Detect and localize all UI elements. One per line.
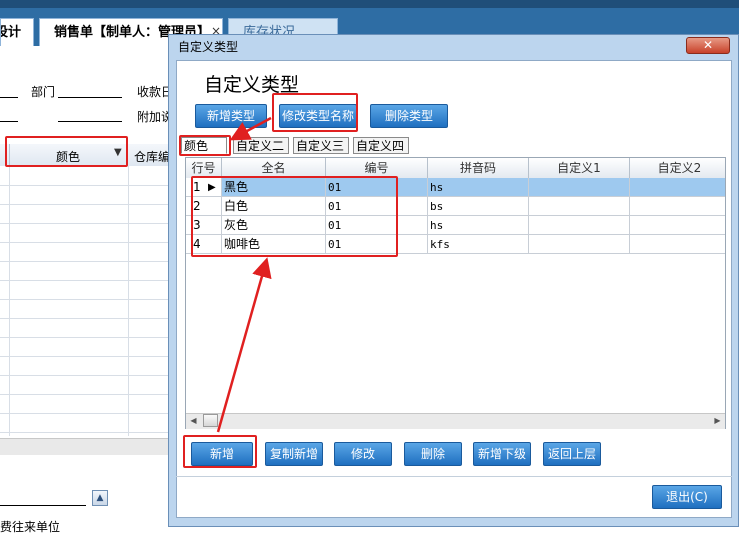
- arrow-to-color-rows: [216, 257, 272, 433]
- annotation-arrows: [216, 116, 272, 433]
- arrow-to-color-tab: [229, 116, 272, 141]
